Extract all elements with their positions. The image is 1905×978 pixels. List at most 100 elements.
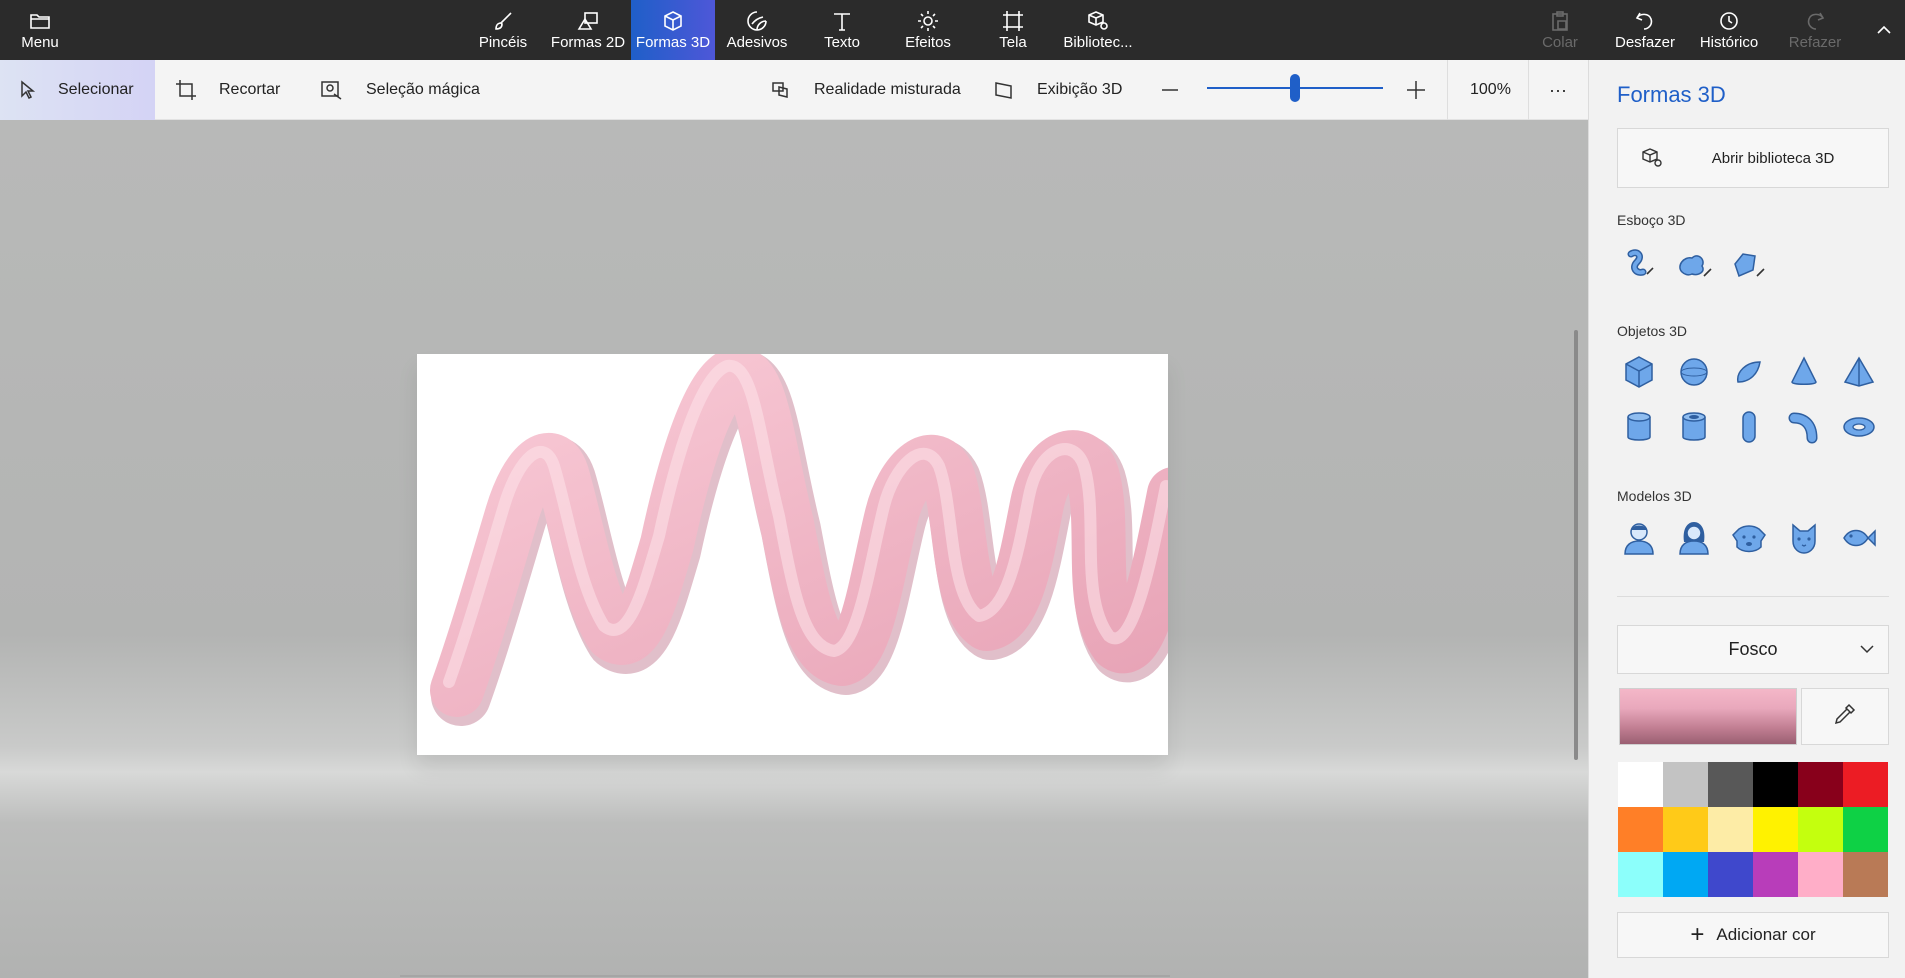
tab-label: Texto xyxy=(824,34,860,51)
color-swatch[interactable] xyxy=(1843,762,1888,807)
color-swatch[interactable] xyxy=(1708,852,1753,897)
view-3d-icon xyxy=(995,82,1012,99)
donut-icon[interactable] xyxy=(1837,405,1881,449)
zoom-slider[interactable] xyxy=(1207,60,1383,120)
action-label[interactable]: Desfazer xyxy=(1615,34,1675,52)
tab-biblioteca[interactable]: Bibliotec... xyxy=(1060,0,1136,60)
minus-icon xyxy=(1162,89,1178,91)
soft-edge-sketch-icon[interactable] xyxy=(1672,242,1716,286)
mixed-reality-button[interactable]: Realidade misturada xyxy=(770,60,970,120)
color-swatch[interactable] xyxy=(1798,762,1843,807)
panel-divider xyxy=(1617,596,1889,597)
brush-icon xyxy=(492,8,514,34)
eyedropper-button[interactable] xyxy=(1801,688,1889,745)
color-swatch[interactable] xyxy=(1753,852,1798,897)
color-swatch[interactable] xyxy=(1618,852,1663,897)
top-bar: Menu Pincéis Formas 2D Formas 3D Adesivo… xyxy=(0,0,1905,60)
tab-formas-2d[interactable]: Formas 2D xyxy=(547,0,629,60)
menu-button[interactable]: Menu xyxy=(0,0,80,60)
zoom-label: 100% xyxy=(1470,81,1511,98)
color-swatch[interactable] xyxy=(1663,762,1708,807)
collapse-ribbon-button[interactable] xyxy=(1868,0,1900,60)
cylinder-icon[interactable] xyxy=(1617,405,1661,449)
history-button[interactable]: Histórico xyxy=(1690,0,1768,60)
selected-color-preview[interactable] xyxy=(1619,688,1797,745)
undo-button[interactable]: Desfazer xyxy=(1610,0,1680,60)
tab-tela[interactable]: Tela xyxy=(984,0,1042,60)
tab-texto[interactable]: Texto xyxy=(812,0,872,60)
man-icon[interactable] xyxy=(1617,516,1661,560)
view-3d-button[interactable]: Exibição 3D xyxy=(993,60,1123,120)
color-swatch[interactable] xyxy=(1798,852,1843,897)
redo-icon xyxy=(1804,8,1826,34)
more-options-button[interactable]: ··· xyxy=(1543,60,1573,120)
models-3d-title: Modelos 3D xyxy=(1617,488,1692,504)
paste-button[interactable]: Colar xyxy=(1530,0,1590,60)
color-swatch[interactable] xyxy=(1663,807,1708,852)
color-swatch[interactable] xyxy=(1663,852,1708,897)
pink-3d-tube[interactable] xyxy=(417,346,1208,755)
tab-formas-3d[interactable]: Formas 3D xyxy=(631,0,715,60)
models-3d-grid xyxy=(1617,516,1889,564)
chevron-down-icon xyxy=(1858,640,1876,663)
toolbar-divider xyxy=(1447,60,1448,120)
crop-button[interactable]: Recortar xyxy=(175,60,295,120)
tab-pinceis[interactable]: Pincéis xyxy=(473,0,533,60)
objects-3d-grid xyxy=(1617,350,1889,460)
pyramid-icon[interactable] xyxy=(1837,350,1881,394)
action-label: Refazer xyxy=(1788,34,1842,51)
folder-icon xyxy=(29,8,51,34)
fish-icon[interactable] xyxy=(1837,516,1881,560)
color-swatch[interactable] xyxy=(1708,807,1753,852)
material-dropdown[interactable]: Fosco xyxy=(1617,625,1889,674)
color-swatch[interactable] xyxy=(1618,807,1663,852)
select-label: Selecionar xyxy=(58,81,134,98)
magic-select-label: Seleção mágica xyxy=(366,81,480,98)
cat-icon[interactable] xyxy=(1782,516,1826,560)
tube-icon[interactable] xyxy=(1672,405,1716,449)
chevron-up-icon xyxy=(1875,17,1893,43)
tab-label: Bibliotec... xyxy=(1063,34,1133,51)
color-swatch[interactable] xyxy=(1753,762,1798,807)
zoom-thumb[interactable] xyxy=(1290,74,1300,102)
tab-label: Formas 3D xyxy=(635,34,711,51)
secondary-toolbar: Selecionar Recortar Seleção mágica Reali… xyxy=(0,60,1588,120)
open-3d-library-button[interactable]: Abrir biblioteca 3D xyxy=(1617,128,1889,188)
tab-label: Pincéis xyxy=(478,34,528,51)
open-3d-library-label: Abrir biblioteca 3D xyxy=(1711,149,1835,167)
tab-adesivos[interactable]: Adesivos xyxy=(717,0,797,60)
canvas-area[interactable] xyxy=(0,120,1588,978)
capsule-icon[interactable] xyxy=(1727,405,1771,449)
zoom-in-button[interactable] xyxy=(1405,60,1429,120)
paste-icon xyxy=(1549,8,1571,34)
zoom-out-button[interactable] xyxy=(1160,60,1184,120)
redo-button[interactable]: Refazer xyxy=(1780,0,1850,60)
sun-icon xyxy=(917,8,939,34)
color-swatch[interactable] xyxy=(1708,762,1753,807)
tab-efeitos[interactable]: Efeitos xyxy=(896,0,960,60)
color-swatch[interactable] xyxy=(1843,852,1888,897)
tube-sketch-icon[interactable] xyxy=(1617,242,1661,286)
color-swatch[interactable] xyxy=(1618,762,1663,807)
shapes-3d-panel: Formas 3D Abrir biblioteca 3D Esboço 3D … xyxy=(1588,60,1905,978)
cube-icon[interactable] xyxy=(1617,350,1661,394)
sphere-icon[interactable] xyxy=(1672,350,1716,394)
magic-select-button[interactable]: Seleção mágica xyxy=(320,60,490,120)
elbow-pipe-icon[interactable] xyxy=(1782,405,1826,449)
vertical-scrollbar[interactable] xyxy=(1574,330,1578,760)
dog-icon[interactable] xyxy=(1727,516,1771,560)
more-icon: ··· xyxy=(1549,79,1567,100)
color-swatch[interactable] xyxy=(1753,807,1798,852)
color-swatch[interactable] xyxy=(1843,807,1888,852)
drawing-canvas[interactable] xyxy=(417,346,1208,755)
zoom-percentage[interactable]: 100% xyxy=(1470,60,1530,120)
woman-icon[interactable] xyxy=(1672,516,1716,560)
select-button[interactable]: Selecionar xyxy=(0,60,155,120)
crop-icon xyxy=(176,80,196,100)
hemisphere-icon[interactable] xyxy=(1727,350,1771,394)
color-swatch[interactable] xyxy=(1798,807,1843,852)
sharp-edge-sketch-icon[interactable] xyxy=(1727,242,1771,286)
cone-icon[interactable] xyxy=(1782,350,1826,394)
cursor-icon xyxy=(21,80,36,100)
add-color-button[interactable]: + Adicionar cor xyxy=(1617,912,1889,958)
